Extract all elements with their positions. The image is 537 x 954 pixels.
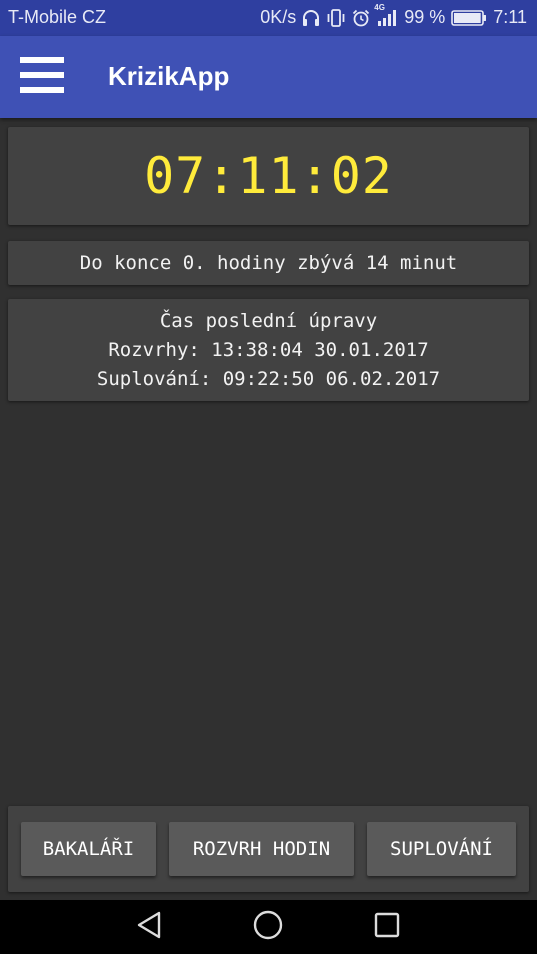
remaining-time-card: Do konce 0. hodiny zbývá 14 minut — [8, 241, 529, 285]
back-button[interactable] — [122, 908, 176, 946]
battery-icon — [451, 9, 487, 27]
app-bar: KrizikApp — [0, 36, 537, 118]
status-icons: 0K/s 4G 99 % 7:11 — [260, 3, 527, 28]
network-speed: 0K/s — [260, 7, 297, 27]
status-bar: T-Mobile CZ 0K/s 4G 99 % 7:11 — [0, 0, 537, 36]
clock-card: 07:11:02 — [8, 127, 529, 225]
recents-icon — [373, 911, 401, 943]
battery-percent: 99 % — [404, 7, 446, 27]
app-title: KrizikApp — [108, 61, 230, 91]
carrier-name: T-Mobile CZ — [8, 7, 107, 27]
substitutions-update-time: Suplování: 09:22:50 06.02.2017 — [96, 367, 441, 390]
menu-button[interactable] — [12, 51, 72, 103]
last-update-heading: Čas poslední úpravy — [159, 309, 378, 332]
last-update-card: Čas poslední úpravy Rozvrhy: 13:38:04 30… — [8, 299, 529, 401]
remaining-time-text: Do konce 0. hodiny zbývá 14 minut — [79, 252, 458, 274]
hamburger-menu-icon — [20, 56, 64, 98]
home-icon — [252, 909, 284, 945]
alarm-icon — [352, 9, 370, 27]
bakalari-button[interactable]: BAKALÁŘI — [21, 822, 156, 876]
headphones-icon — [302, 9, 320, 27]
back-icon — [135, 910, 163, 944]
bottom-button-panel: BAKALÁŘI ROZVRH HODIN SUPLOVÁNÍ — [8, 806, 529, 892]
schedules-update-time: Rozvrhy: 13:38:04 30.01.2017 — [108, 338, 429, 361]
signal-icon: 4G — [374, 3, 398, 27]
navigation-bar — [0, 900, 537, 954]
recents-button[interactable] — [360, 908, 414, 946]
current-time-clock: 07:11:02 — [144, 147, 393, 205]
network-type: 4G — [374, 2, 385, 12]
timetable-button[interactable]: ROZVRH HODIN — [169, 822, 354, 876]
home-button[interactable] — [241, 908, 295, 946]
vibrate-icon — [326, 8, 346, 27]
status-time: 7:11 — [493, 7, 527, 27]
substitutions-button[interactable]: SUPLOVÁNÍ — [367, 822, 516, 876]
